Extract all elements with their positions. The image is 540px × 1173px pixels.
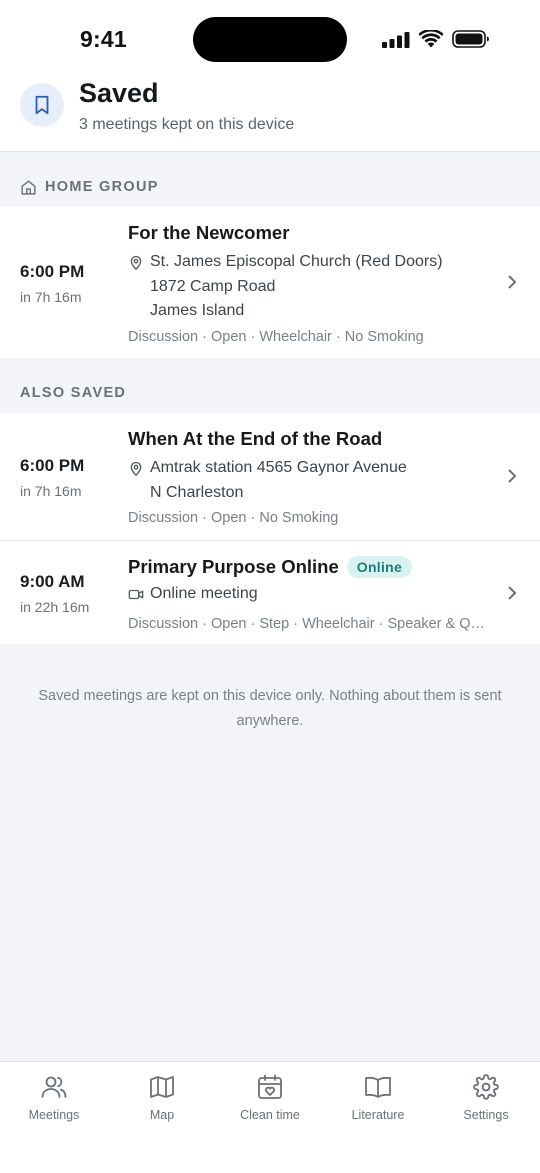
meeting-title: Primary Purpose Online [128, 556, 339, 577]
meeting-tags: Discussion · Open · No Smoking [128, 510, 339, 526]
meeting-title: For the Newcomer [128, 222, 290, 243]
meeting-card[interactable]: 6:00 PM in 7h 16m When At the End of the… [0, 413, 540, 541]
online-badge: Online [346, 556, 413, 578]
tab-meetings[interactable]: Meetings [0, 1072, 108, 1122]
meeting-title: When At the End of the Road [128, 428, 383, 449]
meeting-time: 6:00 PM [20, 456, 85, 475]
status-time: 9:41 [80, 26, 127, 52]
meeting-relative-time: in 22h 16m [20, 599, 90, 615]
section-label: ALSO SAVED [20, 385, 127, 401]
meeting-tags: Discussion · Open · Wheelchair · No Smok… [128, 328, 424, 345]
privacy-note: Saved meetings are kept on this device o… [38, 688, 502, 729]
tab-label: Settings [463, 1108, 509, 1122]
meeting-location-name: Amtrak station 4565 Gaynor Avenue [150, 459, 407, 476]
page-subtitle: 3 meetings kept on this device [79, 116, 295, 133]
tab-map[interactable]: Map [108, 1072, 216, 1122]
page-header: Saved 3 meetings kept on this device [0, 78, 540, 152]
people-icon [0, 1072, 108, 1102]
tab-label: Map [149, 1108, 175, 1122]
chevron-right-icon [508, 586, 517, 600]
tab-literature[interactable]: Literature [324, 1072, 432, 1122]
battery-icon [452, 30, 489, 48]
meeting-card[interactable]: 6:00 PM in 7h 16m For the Newcomer St. J… [0, 207, 540, 358]
gear-icon [432, 1072, 540, 1102]
location-pin-icon [128, 250, 150, 324]
section-label: HOME GROUP [45, 179, 159, 195]
chevron-right-icon [508, 275, 517, 289]
status-icons [382, 28, 492, 50]
meeting-time: 9:00 AM [20, 572, 85, 591]
meeting-location-name: St. James Episcopal Church (Red Doors) [150, 253, 443, 270]
meeting-location-name: Online meeting [150, 585, 258, 602]
dynamic-island [193, 17, 347, 62]
book-icon [324, 1072, 432, 1102]
section-also-saved: ALSO SAVED [0, 366, 540, 420]
calendar-heart-icon [216, 1072, 324, 1102]
meeting-city: James Island [150, 302, 245, 319]
tab-bar: Meetings Map Clean time Literature Setti… [0, 1061, 540, 1173]
meeting-card[interactable]: 9:00 AM in 22h 16m Primary Purpose Onlin… [0, 541, 540, 644]
page-title: Saved [79, 78, 159, 108]
meeting-tags: Discussion · Open · Step · Wheelchair · … [128, 615, 490, 632]
meeting-relative-time: in 7h 16m [20, 289, 82, 305]
tab-label: Meetings [28, 1108, 80, 1122]
section-home-group: HOME GROUP [0, 160, 540, 214]
tab-label: Literature [351, 1108, 405, 1122]
chevron-right-icon [508, 469, 517, 483]
tab-settings[interactable]: Settings [432, 1072, 540, 1122]
location-pin-icon [128, 456, 150, 505]
meeting-relative-time: in 7h 16m [20, 483, 82, 499]
wifi-icon [419, 30, 443, 48]
tab-label: Clean time [240, 1108, 300, 1122]
status-bar: 9:41 [0, 0, 540, 78]
video-icon [128, 582, 150, 611]
meeting-time: 6:00 PM [20, 262, 85, 281]
meeting-city: N Charleston [150, 483, 244, 501]
signal-icon [382, 32, 410, 48]
home-icon [21, 179, 36, 195]
bookmark-icon [20, 83, 64, 127]
tab-clean-time[interactable]: Clean time [216, 1072, 324, 1122]
map-icon [108, 1072, 216, 1102]
meeting-address: 1872 Camp Road [150, 277, 276, 295]
